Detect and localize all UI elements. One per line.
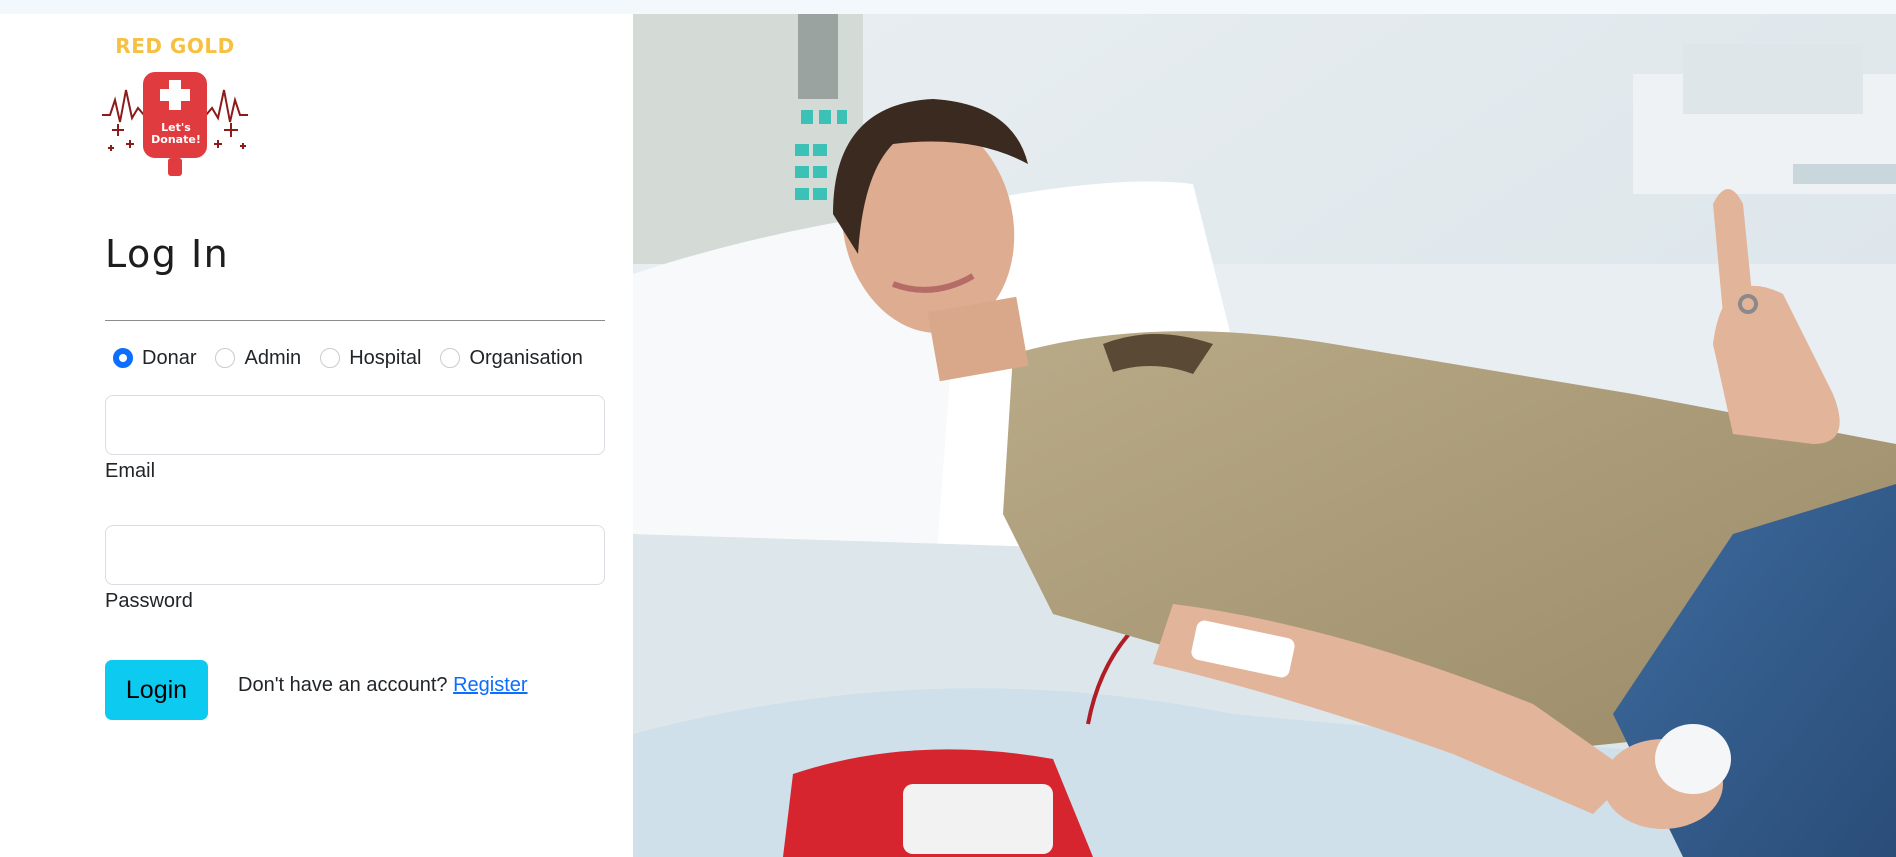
- radio-hospital[interactable]: [320, 348, 341, 368]
- role-selector: Donar Admin Hospital Organisation: [113, 343, 602, 373]
- register-prompt: Don't have an account?: [238, 674, 448, 696]
- brand-logo: RED GOLD Let's Donate!: [100, 34, 250, 184]
- brand-name: RED GOLD: [115, 34, 235, 58]
- page-title: Log In: [105, 232, 230, 276]
- title-divider: [105, 320, 605, 321]
- role-option-organisation[interactable]: Organisation: [440, 346, 583, 370]
- email-field[interactable]: [105, 395, 605, 455]
- role-option-hospital[interactable]: Hospital: [320, 347, 421, 370]
- login-button[interactable]: Login: [105, 660, 208, 720]
- logo-tagline: Let's Donate!: [151, 121, 201, 146]
- hero-photo: [633, 14, 1896, 857]
- blood-bag-icon: [102, 72, 248, 176]
- role-label-admin: Admin: [244, 346, 302, 369]
- radio-organisation[interactable]: [440, 348, 461, 368]
- login-panel: RED GOLD Let's Donate! Log In Donar Admi…: [0, 14, 633, 857]
- radio-donar[interactable]: [113, 348, 133, 368]
- email-label: Email: [105, 460, 156, 482]
- role-label-organisation: Organisation: [469, 346, 583, 369]
- role-option-donar[interactable]: Donar: [113, 347, 196, 370]
- role-option-admin[interactable]: Admin: [215, 347, 301, 370]
- role-label-hospital: Hospital: [349, 346, 422, 369]
- register-link[interactable]: Register: [453, 674, 527, 696]
- password-field[interactable]: [105, 525, 605, 585]
- role-label-donar: Donar: [142, 346, 197, 369]
- register-prompt-line: Don't have an account? Register: [238, 674, 528, 697]
- top-strip: [0, 0, 1896, 14]
- blood-donor-photo: [633, 14, 1896, 857]
- radio-admin[interactable]: [215, 348, 236, 368]
- password-label: Password: [105, 590, 193, 612]
